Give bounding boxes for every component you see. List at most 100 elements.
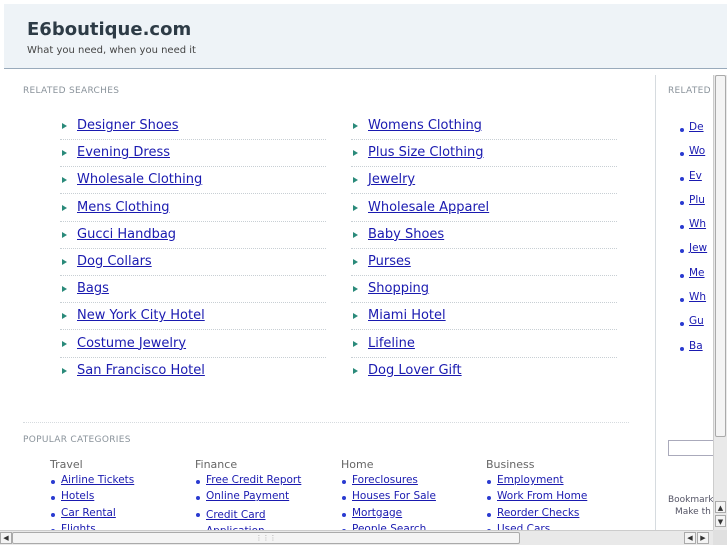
list-item: Hotels xyxy=(50,490,190,506)
list-item: Wo xyxy=(679,145,707,169)
list-item: Dog Collars xyxy=(60,250,326,276)
scroll-left-icon[interactable]: ◀ xyxy=(0,532,12,544)
arrow-icon xyxy=(353,177,358,184)
sidebar-link[interactable]: Ba xyxy=(689,340,703,352)
list-item: Designer Shoes xyxy=(60,114,326,140)
sidebar-link[interactable]: Wh xyxy=(689,218,706,230)
list-item: Wh xyxy=(679,218,707,242)
scroll-up-icon[interactable]: ▲ xyxy=(715,501,726,513)
search-input[interactable] xyxy=(668,440,714,456)
sidebar-link[interactable]: Plu xyxy=(689,194,705,206)
related-link[interactable]: Shopping xyxy=(368,281,429,296)
arrow-icon xyxy=(62,313,67,320)
list-item: Employment xyxy=(486,474,626,490)
arrow-icon xyxy=(62,286,67,293)
category-link[interactable]: Online Payment xyxy=(206,490,289,502)
related-link[interactable]: Evening Dress xyxy=(77,145,170,160)
popular-categories-title: POPULAR CATEGORIES xyxy=(23,435,131,445)
related-link[interactable]: Womens Clothing xyxy=(368,118,482,133)
site-title[interactable]: E6boutique.com xyxy=(27,19,191,40)
bookmark-link[interactable]: Bookmark xyxy=(668,495,714,505)
category-link[interactable]: Free Credit Report xyxy=(206,474,301,486)
site-header: E6boutique.com What you need, when you n… xyxy=(4,4,727,69)
arrow-icon xyxy=(62,177,67,184)
list-item: Bags xyxy=(60,277,326,304)
related-link[interactable]: Plus Size Clothing xyxy=(368,145,484,160)
arrow-icon xyxy=(62,150,67,157)
category-link[interactable]: Foreclosures xyxy=(352,474,418,486)
related-link[interactable]: San Francisco Hotel xyxy=(77,363,205,378)
category-heading: Travel xyxy=(50,458,83,471)
arrow-icon xyxy=(62,204,67,211)
list-item: Purses xyxy=(351,250,617,276)
related-link[interactable]: Costume Jewelry xyxy=(77,336,186,351)
related-list-right: Womens Clothing Plus Size Clothing Jewel… xyxy=(351,114,617,386)
related-link[interactable]: Wholesale Clothing xyxy=(77,172,202,187)
sidebar-link[interactable]: Gu xyxy=(689,315,704,327)
list-item: Plu xyxy=(679,194,707,218)
section-divider xyxy=(23,422,629,423)
related-link[interactable]: Designer Shoes xyxy=(77,118,179,133)
list-item: Jewelry xyxy=(351,168,617,195)
category-link[interactable]: Employment xyxy=(497,474,564,486)
related-link[interactable]: Mens Clothing xyxy=(77,200,169,215)
sidebar-link[interactable]: Wo xyxy=(689,145,705,157)
list-item: Airline Tickets xyxy=(50,474,190,490)
arrow-icon xyxy=(353,123,358,129)
related-link[interactable]: Miami Hotel xyxy=(368,308,446,323)
arrow-icon xyxy=(353,313,358,320)
scroll-down-icon[interactable]: ▼ xyxy=(715,515,726,527)
sidebar-link[interactable]: Wh xyxy=(689,291,706,303)
category-heading: Business xyxy=(486,458,535,471)
scroll-right-icon[interactable]: ▶ xyxy=(697,532,709,544)
scroll-left-icon[interactable]: ◀ xyxy=(684,532,696,544)
sidebar-link[interactable]: Me xyxy=(689,267,705,279)
list-item: Dog Lover Gift xyxy=(351,359,617,385)
related-link[interactable]: Gucci Handbag xyxy=(77,227,176,242)
list-item: Womens Clothing xyxy=(351,114,617,140)
related-link[interactable]: Dog Lover Gift xyxy=(368,363,462,378)
category-link[interactable]: Reorder Checks xyxy=(497,507,579,519)
sidebar-link[interactable]: De xyxy=(689,121,704,133)
category-business: Business Employment Work From Home Reord… xyxy=(486,458,626,532)
related-link[interactable]: Jewelry xyxy=(368,172,415,187)
arrow-icon xyxy=(353,150,358,157)
category-link[interactable]: Houses For Sale xyxy=(352,490,436,502)
arrow-icon xyxy=(353,286,358,293)
category-link[interactable]: Car Rental xyxy=(61,507,116,519)
related-link[interactable]: Baby Shoes xyxy=(368,227,444,242)
arrow-icon xyxy=(62,367,67,374)
related-link[interactable]: Wholesale Apparel xyxy=(368,200,489,215)
category-finance: Finance Free Credit Report Online Paymen… xyxy=(195,458,335,532)
list-item: Costume Jewelry xyxy=(60,332,326,358)
make-homepage-link[interactable]: Make th xyxy=(675,507,711,517)
list-item: Me xyxy=(679,267,707,291)
category-link[interactable]: Credit Card Application xyxy=(206,507,286,532)
list-item: Online Payment xyxy=(195,490,335,506)
list-item: Car Rental xyxy=(50,507,190,523)
list-item: Foreclosures xyxy=(341,474,481,490)
list-item: Miami Hotel xyxy=(351,304,617,331)
related-link[interactable]: Lifeline xyxy=(368,336,415,351)
category-link[interactable]: Hotels xyxy=(61,490,94,502)
scroll-thumb[interactable] xyxy=(715,75,726,437)
arrow-icon xyxy=(62,258,67,265)
arrow-icon xyxy=(353,340,358,347)
arrow-icon xyxy=(353,204,358,211)
sidebar-link[interactable]: Jew xyxy=(689,242,707,254)
category-link[interactable]: Work From Home xyxy=(497,490,587,502)
horizontal-scrollbar[interactable]: ◀ ⋮⋮⋮ ◀ ▶ xyxy=(0,530,713,545)
list-item: Plus Size Clothing xyxy=(351,141,617,168)
list-item: Ev xyxy=(679,170,707,194)
arrow-icon xyxy=(353,367,358,374)
related-link[interactable]: Purses xyxy=(368,254,411,269)
scroll-thumb[interactable]: ⋮⋮⋮ xyxy=(12,532,520,544)
sidebar-link[interactable]: Ev xyxy=(689,170,702,182)
category-link[interactable]: Mortgage xyxy=(352,507,402,519)
list-item: New York City Hotel xyxy=(60,304,326,331)
vertical-scrollbar[interactable]: ▲ ▼ xyxy=(713,75,727,532)
related-link[interactable]: Bags xyxy=(77,281,109,296)
related-link[interactable]: Dog Collars xyxy=(77,254,152,269)
related-link[interactable]: New York City Hotel xyxy=(77,308,205,323)
category-link[interactable]: Airline Tickets xyxy=(61,474,134,486)
